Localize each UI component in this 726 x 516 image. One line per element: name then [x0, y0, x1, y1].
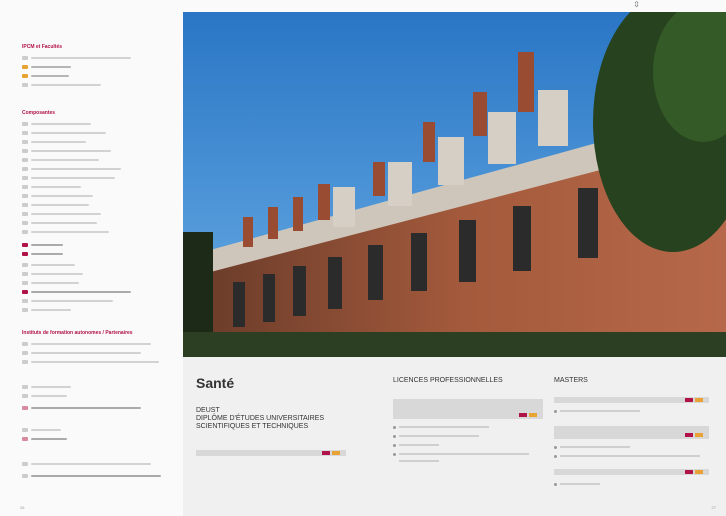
list-item: [22, 211, 101, 216]
masters-title: MASTERS: [554, 377, 588, 384]
right-page: ⇳ Santé DEUST DIPLÔME D'ÉTUDES UNIVERSIT…: [183, 0, 726, 516]
list-item: [22, 461, 151, 466]
list-item: [22, 307, 71, 312]
program-strip: [554, 426, 709, 439]
list-item: [22, 436, 67, 441]
list-item: [554, 454, 700, 458]
list-item: [22, 262, 75, 267]
list-item: [22, 64, 71, 69]
top-strip: [183, 0, 726, 12]
list-item: [22, 73, 69, 78]
list-item: [22, 55, 131, 60]
list-item: [22, 82, 101, 87]
section-title-ipcm: IPCM et Facultés: [22, 44, 63, 50]
list-item: [22, 166, 121, 171]
left-page: IPCM et Facultés Composantes Instituts d…: [0, 0, 183, 516]
list-item: [22, 341, 151, 346]
list-item: [22, 350, 141, 355]
list-item: [554, 445, 630, 449]
section-title-composantes: Composantes: [22, 110, 56, 116]
list-item: [22, 148, 111, 153]
section-title-instituts: Instituts de formation autonomes / Parte…: [22, 330, 133, 336]
list-item: [22, 280, 79, 285]
list-item: [22, 298, 113, 303]
list-item: [22, 242, 63, 247]
list-item: [554, 409, 640, 413]
list-item: [22, 157, 99, 162]
page-number-right: 27: [711, 505, 716, 510]
page-title: Santé: [196, 375, 235, 391]
list-item: [22, 139, 86, 144]
list-item: [393, 425, 489, 429]
list-item: [22, 289, 131, 294]
list-item: [22, 384, 71, 389]
brochure-spread: IPCM et Facultés Composantes Instituts d…: [0, 0, 726, 516]
list-item: [393, 434, 479, 438]
program-strip: [196, 450, 346, 456]
program-strip: [554, 397, 709, 403]
list-item: [22, 193, 93, 198]
list-item: [22, 121, 91, 126]
list-item: [22, 473, 161, 478]
list-item: [393, 459, 439, 463]
list-item: [22, 251, 63, 256]
building-photo: [183, 12, 726, 357]
list-item: [22, 427, 61, 432]
list-item: [554, 482, 600, 486]
cursor-icon: ⇳: [633, 0, 640, 9]
page-number-left: 26: [20, 505, 25, 510]
list-item: [22, 130, 106, 135]
list-item: [22, 202, 89, 207]
list-item: [393, 452, 529, 456]
list-item: [22, 220, 97, 225]
list-item: [22, 175, 115, 180]
list-item: [22, 271, 83, 276]
program-strip: [554, 469, 709, 475]
program-strip: [393, 399, 543, 419]
list-item: [22, 393, 67, 398]
list-item: [22, 359, 159, 364]
licences-title: LICENCES PROFESSIONNELLES: [393, 377, 503, 384]
list-item: [22, 184, 81, 189]
list-item: [22, 405, 141, 410]
list-item: [22, 229, 109, 234]
deust-heading: DEUST DIPLÔME D'ÉTUDES UNIVERSITAIRES SC…: [196, 407, 325, 430]
list-item: [393, 443, 439, 447]
